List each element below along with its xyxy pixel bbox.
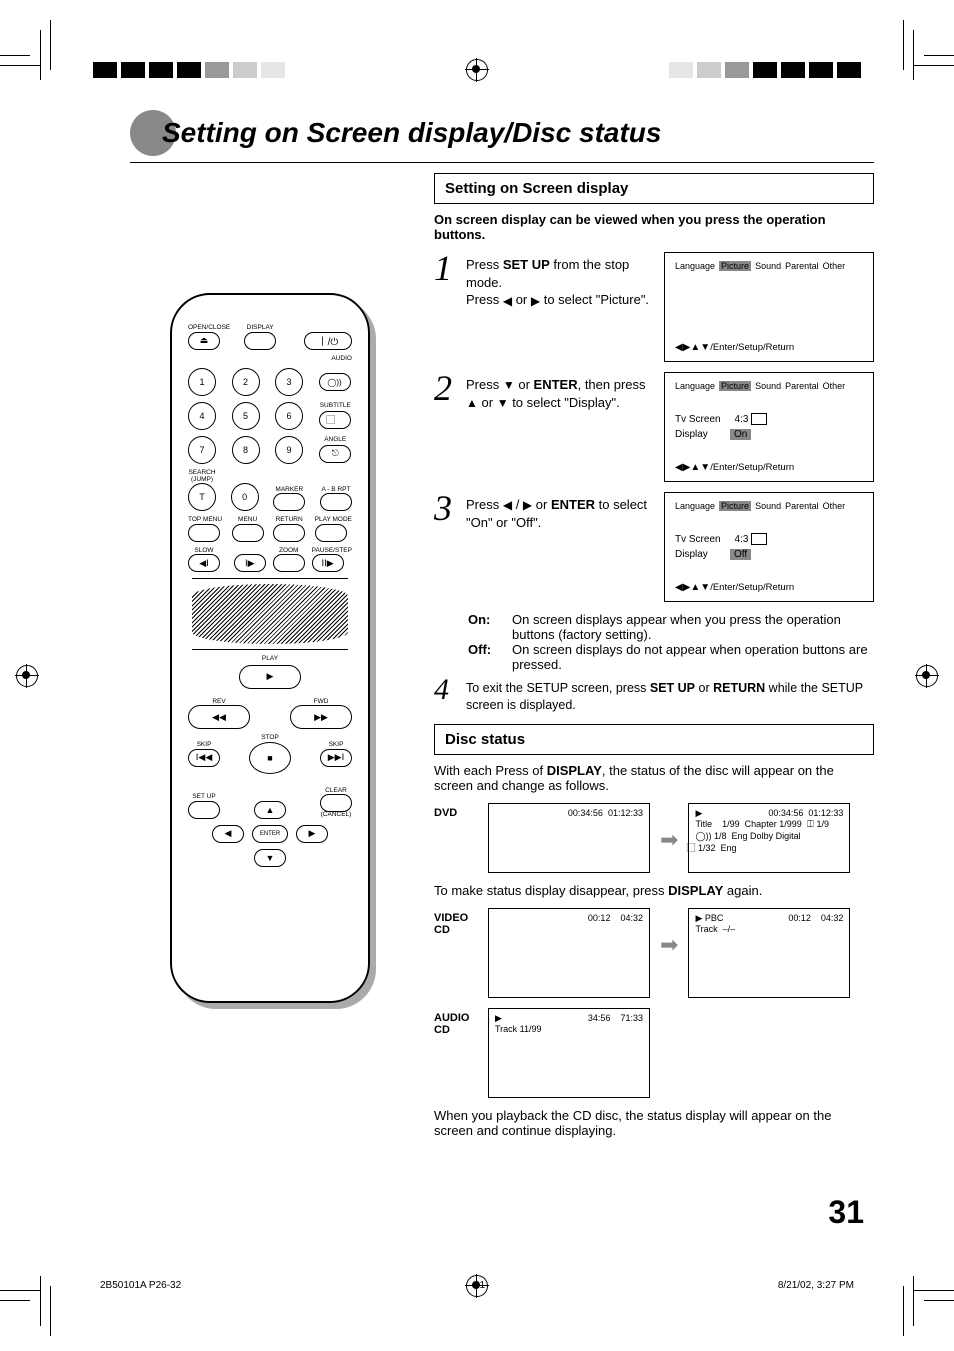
osd-box-3: Language Picture Sound Parental Other Tv… (664, 492, 874, 602)
down-button: ▼ (254, 849, 286, 867)
search-button: T (188, 483, 216, 511)
num-3: 3 (275, 368, 303, 396)
side-reg-left (15, 664, 39, 688)
num-0: 0 (231, 483, 259, 511)
step-2: 2 Press ▼ or ENTER, then press ▲ or ▼ to… (434, 372, 874, 482)
section1-heading: Setting on Screen display (434, 173, 874, 204)
up-button: ▲ (254, 801, 286, 819)
num-9: 9 (275, 436, 303, 464)
setup-button (188, 801, 220, 819)
num-7: 7 (188, 436, 216, 464)
left-arrow-icon: ◀ (503, 293, 512, 309)
pause-button: ⅠⅠ▶ (312, 554, 344, 572)
step-3: 3 Press ◀ / ▶ or ENTER to select "On" or… (434, 492, 874, 602)
title-rule (130, 162, 874, 163)
left-button: ◀ (212, 825, 244, 843)
disc-status-intro: With each Press of DISPLAY, the status o… (434, 763, 874, 793)
down-arrow-icon: ▼ (503, 377, 515, 393)
eject-button: ⏏ (188, 332, 220, 350)
slow-button: ◀Ⅰ (188, 554, 220, 572)
step-4: 4 To exit the SETUP screen, press SET UP… (434, 676, 874, 714)
num-6: 6 (275, 402, 303, 430)
arrow-right-icon: ➡ (660, 803, 678, 853)
play-button: ▶ (239, 665, 301, 689)
cd-note: When you playback the CD disc, the statu… (434, 1108, 874, 1138)
section2-heading: Disc status (434, 724, 874, 755)
section1-intro: On screen display can be viewed when you… (434, 212, 874, 242)
enter-button: ENTER (252, 825, 288, 843)
left-arrow-icon: ◀ (503, 497, 512, 513)
topmenu-button (188, 524, 220, 542)
skip-next-button: ▶▶Ⅰ (320, 749, 352, 767)
side-reg-right (915, 664, 939, 688)
speaker-grille (192, 584, 348, 644)
angle-button: ⎋ (319, 445, 351, 463)
osd-box-1: Language Picture Sound Parental Other ◀▶… (664, 252, 874, 362)
tv-icon (751, 413, 767, 425)
acd-status-row: AUDIO CD ▶34:56 71:33 Track 11/99 (434, 1008, 874, 1098)
right-arrow-icon: ▶ (523, 497, 532, 513)
remote-control: OPEN/CLOSE⏏ DISPLAY 丨/⏻ AUDIO 1 2 3 ◯)) … (170, 293, 370, 1003)
slow-fwd-button: Ⅰ▶ (234, 554, 266, 572)
crop-marks-top (0, 40, 954, 100)
footer-meta: 2B50101A P26-32 31 8/21/02, 3:27 PM (100, 1280, 854, 1291)
fwd-button: ▶▶ (290, 705, 352, 729)
vcd-status-row: VIDEO CD 00:12 04:32 ➡ ▶ PBC00:12 04:32 … (434, 908, 874, 998)
page-number: 31 (828, 1194, 864, 1231)
osd-box-2: Language Picture Sound Parental Other Tv… (664, 372, 874, 482)
down-arrow-icon: ▼ (497, 395, 509, 411)
zoom-button (273, 554, 305, 572)
power-button: 丨/⏻ (304, 332, 352, 350)
arrow-right-icon: ➡ (660, 908, 678, 958)
subtitle-button: ⃞ (319, 411, 351, 429)
playmode-button (315, 524, 347, 542)
skip-prev-button: Ⅰ◀◀ (188, 749, 220, 767)
rev-button: ◀◀ (188, 705, 250, 729)
menu-button (232, 524, 264, 542)
num-5: 5 (232, 402, 260, 430)
up-arrow-icon: ▲ (466, 395, 478, 411)
stop-button: ■ (249, 742, 291, 774)
num-4: 4 (188, 402, 216, 430)
marker-button (273, 493, 305, 511)
num-2: 2 (232, 368, 260, 396)
step-1: 1 Press SET UP from the stop mode. Press… (434, 252, 874, 362)
on-off-definitions: On:On screen displays appear when you pr… (468, 612, 874, 672)
num-8: 8 (232, 436, 260, 464)
tv-icon (751, 533, 767, 545)
clear-button (320, 794, 352, 812)
right-button: ▶ (296, 825, 328, 843)
abrpt-button (320, 493, 352, 511)
page-title: Setting on Screen display/Disc status (162, 117, 661, 149)
display-button (244, 332, 276, 350)
right-arrow-icon: ▶ (531, 293, 540, 309)
num-1: 1 (188, 368, 216, 396)
disc-status-note: To make status display disappear, press … (434, 883, 874, 898)
dvd-status-row: DVD 00:34:56 01:12:33 ➡ ▶00:34:56 01:12:… (434, 803, 874, 873)
return-button (273, 524, 305, 542)
audio-button: ◯)) (319, 373, 351, 391)
